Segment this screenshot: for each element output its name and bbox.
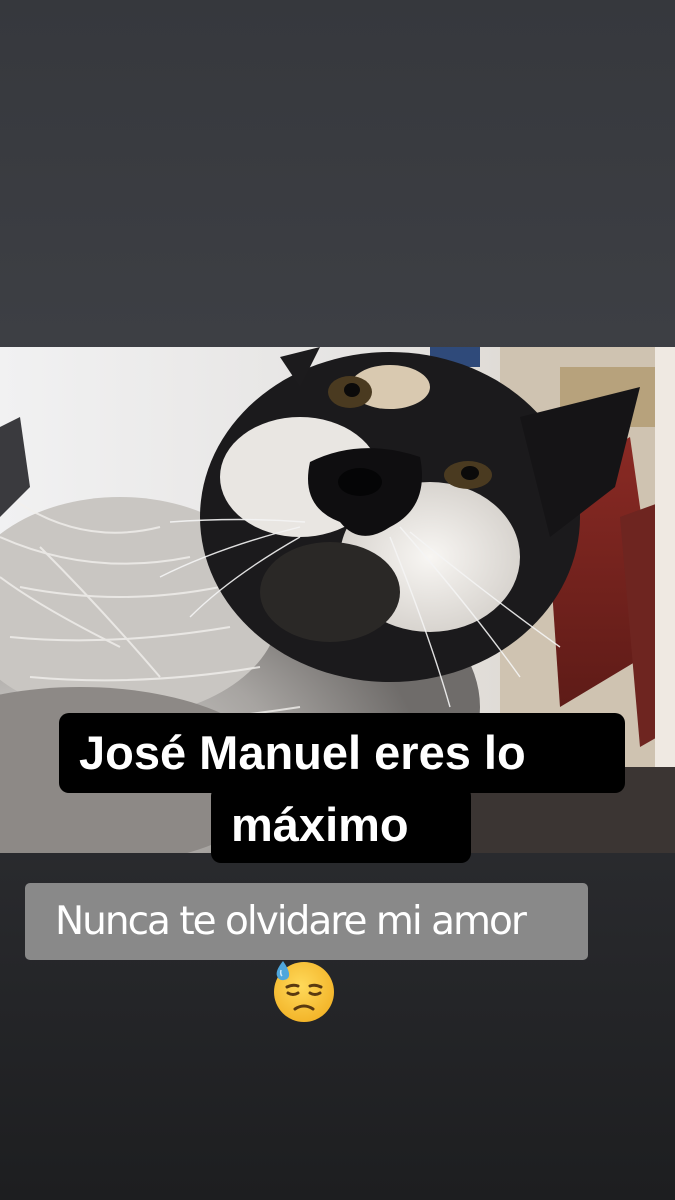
caption-line-2-text: máximo <box>231 797 409 851</box>
caption-line-1-text: José Manuel eres lo <box>79 726 526 779</box>
story-canvas: José Manuel eres lo máximo Nunca te olvi… <box>0 0 675 1200</box>
caption-line-1: José Manuel eres lo <box>59 713 625 793</box>
downcast-face-with-sweat-icon <box>271 957 337 1023</box>
subtitle-text: Nunca te olvidare mi amor <box>55 899 527 944</box>
subtitle-text-box: Nunca te olvidare mi amor <box>25 883 588 960</box>
caption-line-2: máximo <box>211 786 471 863</box>
